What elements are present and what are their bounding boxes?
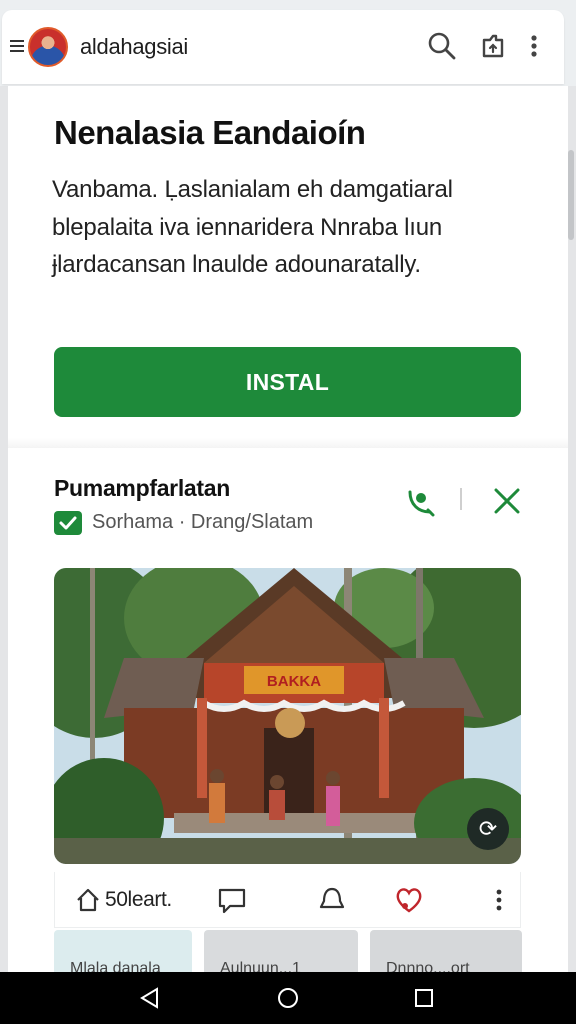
page-title: Nenalasia Eandaioín <box>54 114 366 151</box>
top-app-bar: aldahagsiai <box>0 0 576 86</box>
search-icon[interactable] <box>426 30 458 62</box>
verified-badge-icon <box>54 511 82 535</box>
top-app-bar-surface: aldahagsiai <box>2 10 564 84</box>
more-vert-icon[interactable] <box>491 884 507 916</box>
close-icon[interactable] <box>488 482 526 520</box>
refresh-icon[interactable]: ⟳ <box>467 808 509 850</box>
phone-icon[interactable] <box>402 482 440 520</box>
share-box-icon[interactable] <box>478 30 510 62</box>
thumbnail-card-1[interactable]: Mlala danala <box>54 930 192 976</box>
action-separator <box>460 488 462 510</box>
avatar[interactable] <box>28 27 68 67</box>
scrollbar[interactable] <box>568 150 574 240</box>
more-vert-icon[interactable] <box>524 30 544 62</box>
install-button[interactable]: INSTAL <box>54 347 521 417</box>
main-card: Nenalasia Eandaioín Vanbama. Ḷaslanialam… <box>8 86 568 976</box>
comment-icon[interactable] <box>217 884 247 916</box>
back-triangle-icon[interactable] <box>138 986 162 1010</box>
post-meta: Sorhama · Drang/Slatam <box>92 511 314 533</box>
recents-square-icon[interactable] <box>412 986 436 1010</box>
like-count: 50leart. <box>105 888 172 911</box>
app-name: aldahagsiai <box>80 34 189 59</box>
system-nav-bar <box>0 972 576 1024</box>
like-action[interactable]: 50leart. <box>75 884 172 916</box>
thumbnail-card-3[interactable]: Dnnno....ort <box>370 930 522 976</box>
menu-icon[interactable] <box>10 40 24 54</box>
thumbnail-card-2[interactable]: Aulnuun...1 <box>204 930 358 976</box>
reaction-bar: 50leart. <box>54 872 521 928</box>
home-icon <box>77 888 99 912</box>
description-line-2: blepalaita iva iennaridera Nnraba lıun <box>52 214 442 241</box>
description-line-1: Vanbama. Ḷaslanialam eh damgatiaral <box>52 176 453 203</box>
section-divider <box>8 438 568 448</box>
bell-icon[interactable] <box>317 884 347 916</box>
description-line-3: ɉlardacansan lnaulde adounaratally. <box>52 251 421 278</box>
photo-banner-text: BAKKA <box>267 673 321 690</box>
post-title: Pumampfarlatan <box>54 475 231 501</box>
post-photo[interactable]: BAKKA ⟳ <box>54 568 521 864</box>
house-photo-illustration: BAKKA <box>54 568 521 864</box>
heart-icon[interactable] <box>393 884 425 916</box>
home-circle-icon[interactable] <box>276 986 300 1010</box>
